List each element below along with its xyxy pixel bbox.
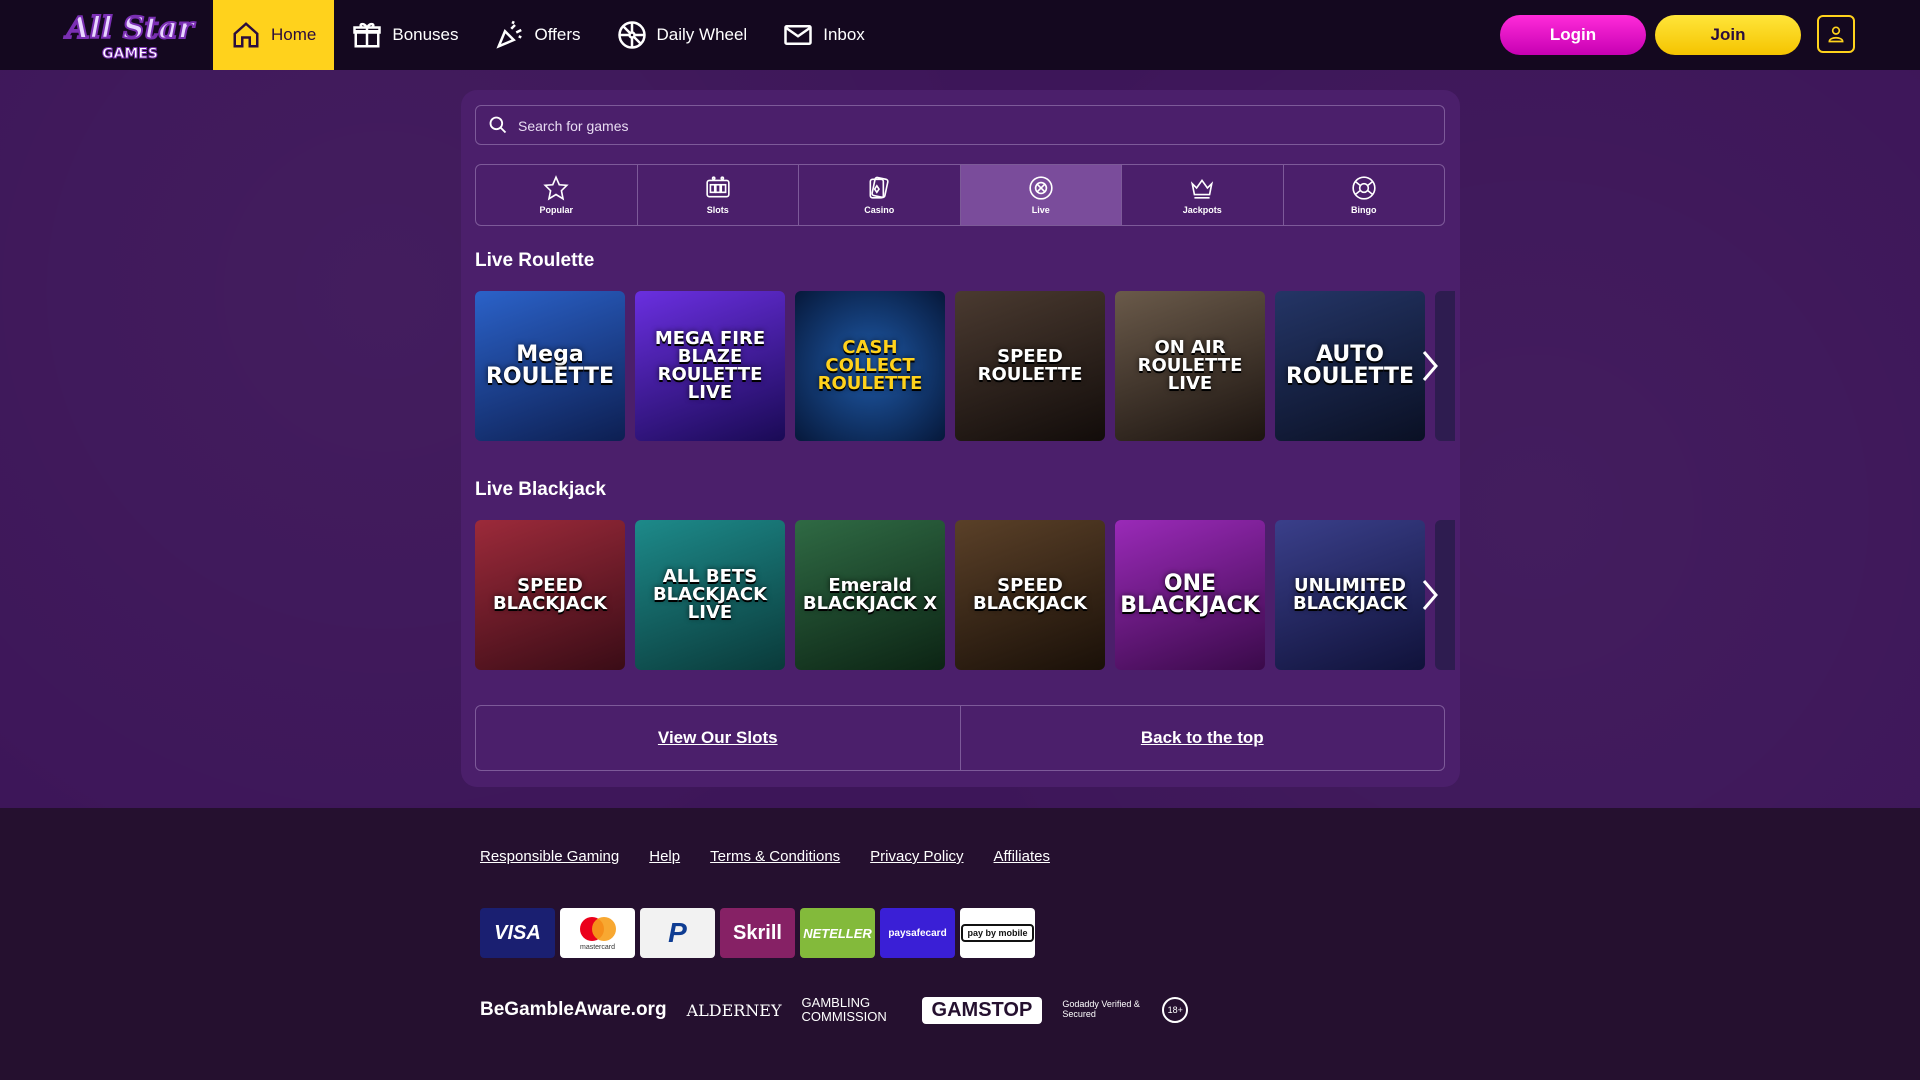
tab-bingo[interactable]: Bingo (1284, 165, 1445, 225)
game-row-live-blackjack: SPEED BLACKJACK ALL BETS BLACKJACK LIVE … (475, 520, 1455, 670)
mastercard-logo: mastercard (560, 908, 635, 958)
game-title: MEGA FIRE BLAZE ROULETTE LIVE (654, 328, 766, 403)
neteller-logo: NETELLER (800, 908, 875, 958)
game-title: SPEED BLACKJACK (972, 575, 1088, 614)
bingo-ball-icon (1352, 176, 1376, 200)
party-popper-icon (495, 20, 522, 49)
user-icon (1828, 26, 1844, 43)
game-tile-all-bets-blackjack[interactable]: ALL BETS BLACKJACK LIVE (635, 520, 785, 670)
tab-live-label: Live (1031, 205, 1050, 215)
back-to-top-link[interactable]: Back to the top (961, 706, 1445, 770)
nav-inbox[interactable]: Inbox (765, 0, 883, 70)
nav-bonuses-label: Bonuses (392, 25, 459, 44)
home-icon (233, 22, 259, 48)
game-tile-speed-blackjack-37[interactable]: SPEED BLACKJACK (955, 520, 1105, 670)
tab-live[interactable]: Live (960, 165, 1122, 225)
game-tile-unlimited-blackjack[interactable]: UNLIMITED BLACKJACK (1275, 520, 1425, 670)
search-bar[interactable] (475, 105, 1445, 146)
game-tile-auto-roulette[interactable]: AUTO ROULETTE (1275, 291, 1425, 441)
tab-bingo-label: Bingo (1351, 205, 1377, 215)
tab-popular[interactable]: Popular (476, 165, 638, 225)
star-icon (543, 175, 569, 201)
game-tile-on-air-roulette[interactable]: ON AIR ROULETTE LIVE (1115, 291, 1265, 441)
nav-inbox-label: Inbox (823, 25, 865, 44)
game-title: Emerald BLACKJACK X (802, 575, 938, 614)
godaddy-secured-badge: Godaddy Verified & Secured (1062, 999, 1140, 1019)
slot-machine-icon (706, 176, 730, 198)
section-title-live-roulette: Live Roulette (475, 250, 595, 271)
game-tile-emerald-blackjack[interactable]: Emerald BLACKJACK X (795, 520, 945, 670)
svg-text:GAMES: GAMES (102, 46, 158, 62)
game-tile-speed-blackjack[interactable]: SPEED BLACKJACK (475, 520, 625, 670)
footer-link-help[interactable]: Help (649, 848, 680, 865)
footer-link-responsible-gaming[interactable]: Responsible Gaming (480, 848, 619, 865)
regulatory-badges: BeGambleAware.org ALDERNEY GAMBLING COMM… (480, 990, 1189, 1030)
nav-home-label: Home (271, 25, 317, 44)
gambling-commission-logo[interactable]: GAMBLING COMMISSION (802, 995, 902, 1025)
paypal-logo: P (640, 908, 715, 958)
game-title: CASH COLLECT ROULETTE (817, 337, 923, 394)
game-title: SPEED ROULETTE (977, 346, 1083, 385)
crown-icon (1191, 179, 1214, 199)
footer-links: Responsible Gaming Help Terms & Conditio… (480, 848, 1050, 865)
game-tile-mega-fire-blaze-roulette[interactable]: MEGA FIRE BLAZE ROULETTE LIVE (635, 291, 785, 441)
gift-icon (353, 22, 382, 48)
alderney-logo[interactable]: ALDERNEY (687, 1001, 782, 1020)
game-title: ON AIR ROULETTE LIVE (1137, 337, 1243, 394)
tab-casino-label: Casino (864, 205, 895, 215)
wheel-icon (617, 21, 646, 49)
footer-link-terms[interactable]: Terms & Conditions (710, 848, 840, 865)
login-button[interactable]: Login (1500, 15, 1646, 55)
tab-jackpots[interactable]: Jackpots (1122, 165, 1284, 225)
gamstop-logo[interactable]: GAMSTOP (921, 996, 1043, 1024)
svg-text:All Star: All Star (63, 11, 195, 46)
view-slots-link[interactable]: View Our Slots (476, 706, 961, 770)
tab-casino[interactable]: Casino (799, 165, 961, 225)
tab-slots-label: Slots (706, 205, 729, 215)
game-title: SPEED BLACKJACK (492, 575, 608, 614)
nav-bonuses[interactable]: Bonuses (334, 0, 476, 70)
pay-by-mobile-logo: pay by mobile (960, 908, 1035, 958)
section-title-live-blackjack: Live Blackjack (475, 479, 606, 500)
bottom-actions: View Our Slots Back to the top (475, 705, 1445, 771)
category-tabs: Popular Slots Casino Live Jackpots Bingo (475, 164, 1445, 226)
game-tile-cash-collect-roulette[interactable]: CASH COLLECT ROULETTE (795, 291, 945, 441)
game-title: UNLIMITED BLACKJACK (1292, 575, 1408, 614)
game-title: AUTO ROULETTE (1285, 342, 1415, 389)
game-title: Mega ROULETTE (485, 342, 615, 389)
search-input[interactable] (516, 106, 1420, 146)
footer-link-privacy[interactable]: Privacy Policy (870, 848, 963, 865)
game-tile-mega-roulette[interactable]: Mega ROULETTE (475, 291, 625, 441)
search-icon (489, 116, 507, 134)
site-logo[interactable]: All Star GAMES (60, 8, 200, 63)
mail-icon (784, 25, 812, 45)
chevron-right-icon[interactable] (1418, 575, 1442, 615)
age-18-badge: 18+ (1162, 997, 1189, 1023)
game-tile-speed-roulette[interactable]: SPEED ROULETTE (955, 291, 1105, 441)
tab-jackpots-label: Jackpots (1182, 205, 1222, 215)
account-button[interactable] (1817, 15, 1855, 53)
begambleaware-logo[interactable]: BeGambleAware.org (480, 999, 667, 1021)
nav-home[interactable]: Home (213, 0, 335, 70)
tab-slots[interactable]: Slots (638, 165, 799, 225)
tab-popular-label: Popular (539, 205, 573, 215)
roulette-icon (1029, 176, 1053, 200)
game-row-live-roulette: Mega ROULETTE MEGA FIRE BLAZE ROULETTE L… (475, 291, 1455, 441)
skrill-logo: Skrill (720, 908, 795, 958)
nav-daily-wheel[interactable]: Daily Wheel (599, 0, 766, 70)
game-tile-one-blackjack[interactable]: ONE BLACKJACK (1115, 520, 1265, 670)
chevron-right-icon[interactable] (1418, 346, 1442, 386)
game-title: ONE BLACKJACK (1120, 571, 1260, 618)
top-header: All Star GAMES Home Bonuses Offers Daily… (0, 0, 1920, 70)
paysafecard-logo: paysafecard (880, 908, 955, 958)
nav-daily-wheel-label: Daily Wheel (656, 25, 748, 44)
join-button[interactable]: Join (1655, 15, 1801, 55)
nav-offers-label: Offers (534, 25, 581, 44)
footer-link-affiliates[interactable]: Affiliates (994, 848, 1050, 865)
cards-icon (869, 176, 889, 199)
main-nav: Home Bonuses Offers Daily Wheel Inbox (213, 0, 883, 70)
nav-offers[interactable]: Offers (477, 0, 599, 70)
visa-logo: VISA (480, 908, 555, 958)
game-title: ALL BETS BLACKJACK LIVE (652, 566, 768, 623)
